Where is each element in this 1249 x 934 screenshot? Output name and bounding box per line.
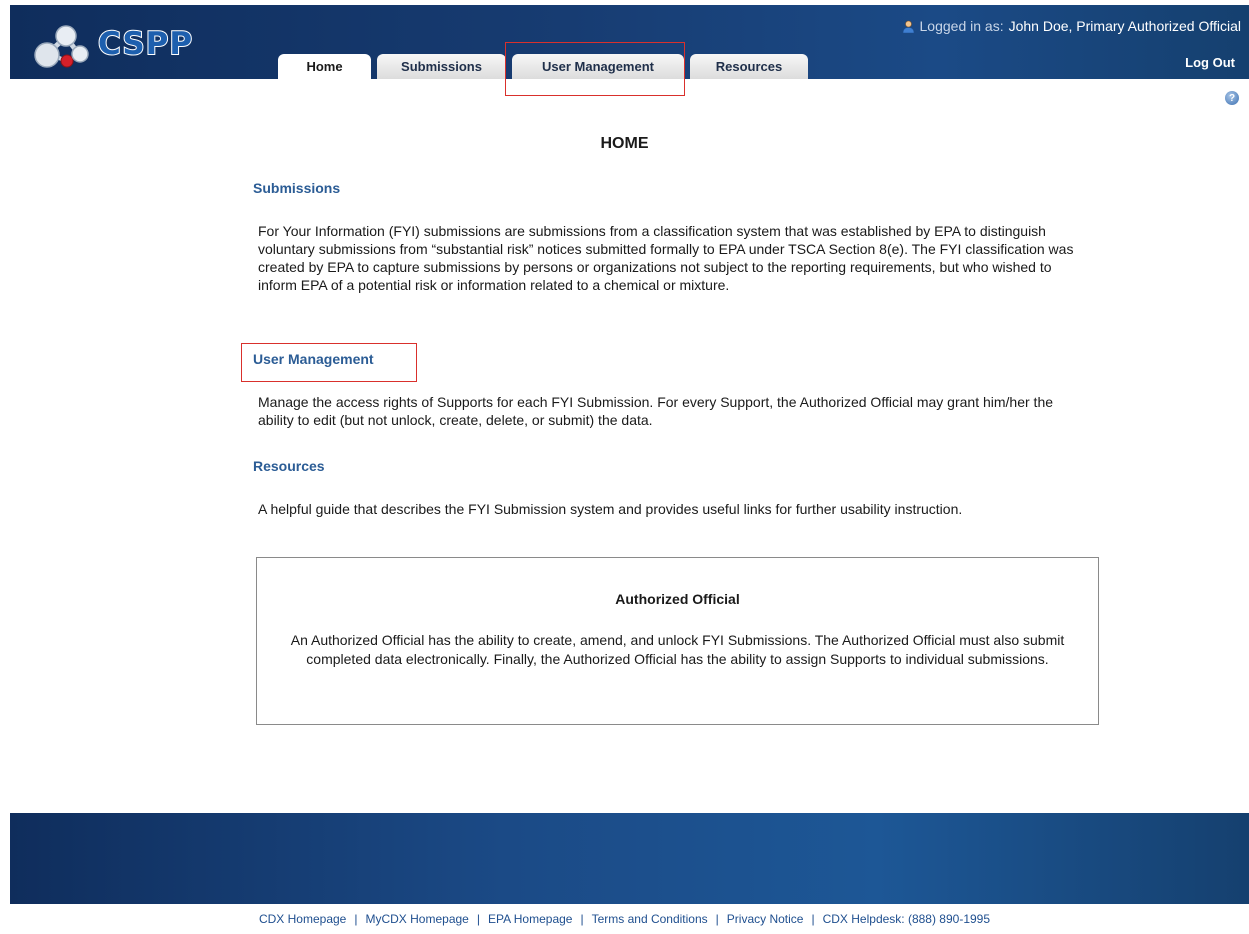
footer-link-terms[interactable]: Terms and Conditions bbox=[592, 912, 708, 926]
footer-link-privacy[interactable]: Privacy Notice bbox=[727, 912, 804, 926]
section-heading-submissions: Submissions bbox=[253, 180, 341, 196]
tab-home[interactable]: Home bbox=[278, 54, 371, 79]
molecule-logo-icon bbox=[34, 25, 89, 68]
footer-separator: | bbox=[580, 912, 584, 926]
user-name: John Doe, Primary Authorized Official bbox=[1008, 18, 1241, 34]
highlight-box-user-management bbox=[241, 343, 417, 382]
logout-link[interactable]: Log Out bbox=[1185, 55, 1235, 70]
authorized-official-info-box: Authorized Official An Authorized Offici… bbox=[256, 557, 1099, 725]
section-text-user-management: Manage the access rights of Supports for… bbox=[258, 394, 1054, 428]
footer-separator: | bbox=[715, 912, 719, 926]
section-text-resources: A helpful guide that describes the FYI S… bbox=[258, 501, 963, 517]
footer-link-epa-homepage[interactable]: EPA Homepage bbox=[488, 912, 573, 926]
footer-band bbox=[10, 813, 1249, 904]
tab-resources[interactable]: Resources bbox=[690, 54, 808, 79]
highlight-box-tab bbox=[505, 42, 685, 96]
page-title: HOME bbox=[600, 135, 649, 152]
tab-submissions[interactable]: Submissions bbox=[377, 54, 506, 79]
logo-text: CSPP bbox=[97, 25, 194, 63]
section-heading-resources: Resources bbox=[253, 458, 325, 474]
login-info: Logged in as: John Doe, Primary Authoriz… bbox=[902, 18, 1241, 34]
login-label: Logged in as: bbox=[919, 18, 1004, 34]
footer-link-mycdx-homepage[interactable]: MyCDX Homepage bbox=[365, 912, 468, 926]
footer-separator: | bbox=[811, 912, 815, 926]
info-box-text: An Authorized Official has the ability t… bbox=[290, 632, 1065, 667]
info-box-title: Authorized Official bbox=[615, 591, 740, 607]
footer-separator: | bbox=[476, 912, 480, 926]
user-icon bbox=[902, 20, 914, 33]
cspp-logo[interactable]: CSPP bbox=[32, 23, 202, 71]
section-text-submissions: For Your Information (FYI) submissions a… bbox=[258, 223, 1074, 293]
footer-link-cdx-homepage[interactable]: CDX Homepage bbox=[259, 912, 346, 926]
help-icon[interactable]: ? bbox=[1225, 91, 1239, 105]
footer-separator: | bbox=[354, 912, 358, 926]
footer-links: CDX Homepage | MyCDX Homepage | EPA Homepage… bbox=[0, 912, 1249, 926]
footer-link-helpdesk[interactable]: CDX Helpdesk: (888) 890-1995 bbox=[823, 912, 990, 926]
